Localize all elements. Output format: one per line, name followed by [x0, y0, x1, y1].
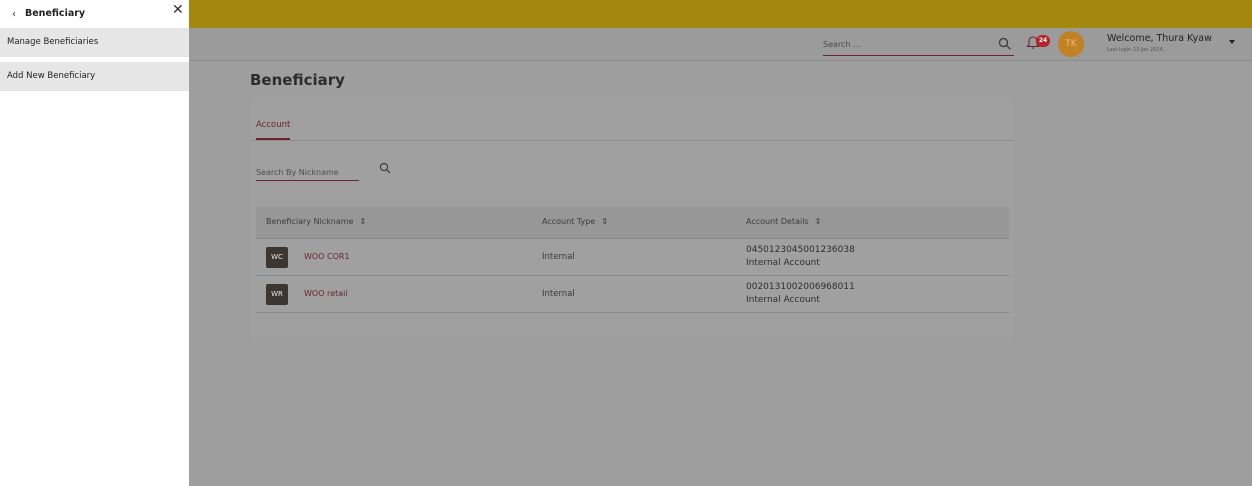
table-row[interactable]: WR WOO retail Internal 00201310020069680… [256, 276, 1009, 313]
global-search-input[interactable] [823, 36, 983, 52]
column-header-label: Account Type [542, 217, 596, 226]
table-header: Beneficiary Nickname ⇕ Account Type ⇕ Acco… [256, 207, 1009, 239]
drawer-item-add-new-beneficiary[interactable]: Add New Beneficiary [0, 62, 189, 91]
drawer-header: ‹ Beneficiary ✕ [0, 0, 189, 28]
avatar[interactable]: TK [1058, 31, 1084, 57]
sort-icon[interactable]: ⇕ [815, 217, 822, 226]
drawer-item-manage-beneficiaries[interactable]: Manage Beneficiaries [0, 28, 189, 57]
search-icon[interactable] [379, 162, 391, 174]
back-chevron-icon[interactable]: ‹ [12, 9, 16, 20]
last-login-text: Last login 23 Jan 2024, [1107, 47, 1165, 53]
tab-account[interactable]: Account [256, 120, 290, 130]
page-title: Beneficiary [250, 71, 345, 89]
sort-icon[interactable]: ⇕ [359, 217, 366, 226]
user-menu-caret-icon[interactable] [1229, 40, 1235, 44]
nickname-search-input[interactable] [256, 165, 356, 179]
initials-avatar: WC [266, 247, 288, 268]
account-description: Internal Account [746, 295, 820, 305]
header-bar: 24 TK Welcome, Thura Kyaw Last login 23 … [189, 28, 1252, 61]
side-drawer: ‹ Beneficiary ✕ Manage Beneficiaries Add… [0, 0, 189, 486]
beneficiary-table: Beneficiary Nickname ⇕ Account Type ⇕ Acco… [256, 207, 1009, 313]
column-header-nickname[interactable]: Beneficiary Nickname ⇕ [266, 217, 366, 226]
beneficiary-nickname[interactable]: WOO retail [304, 289, 348, 298]
column-header-account-type[interactable]: Account Type ⇕ [542, 217, 608, 226]
account-type: Internal [542, 289, 575, 299]
column-header-label: Beneficiary Nickname [266, 217, 354, 226]
nickname-search[interactable] [256, 162, 359, 181]
account-number: 0450123045001236038 [746, 245, 855, 255]
column-header-account-details[interactable]: Account Details ⇕ [746, 217, 821, 226]
tab-divider [251, 140, 1014, 141]
column-header-label: Account Details [746, 217, 809, 226]
search-icon[interactable] [998, 37, 1012, 51]
notification-count-badge[interactable]: 24 [1036, 35, 1050, 47]
account-type: Internal [542, 252, 575, 262]
beneficiary-nickname[interactable]: WOO COR1 [304, 252, 350, 261]
sort-icon[interactable]: ⇕ [601, 217, 608, 226]
beneficiary-card: Account Beneficiary Nickname ⇕ Account Ty… [251, 99, 1014, 340]
welcome-text[interactable]: Welcome, Thura Kyaw [1107, 33, 1212, 44]
table-row[interactable]: WC WOO COR1 Internal 0450123045001236038… [256, 239, 1009, 276]
account-number: 0020131002006968011 [746, 282, 855, 292]
account-description: Internal Account [746, 258, 820, 268]
close-icon[interactable]: ✕ [172, 3, 184, 17]
global-search[interactable] [823, 34, 1014, 56]
initials-avatar: WR [266, 284, 288, 305]
drawer-title: Beneficiary [25, 8, 86, 19]
